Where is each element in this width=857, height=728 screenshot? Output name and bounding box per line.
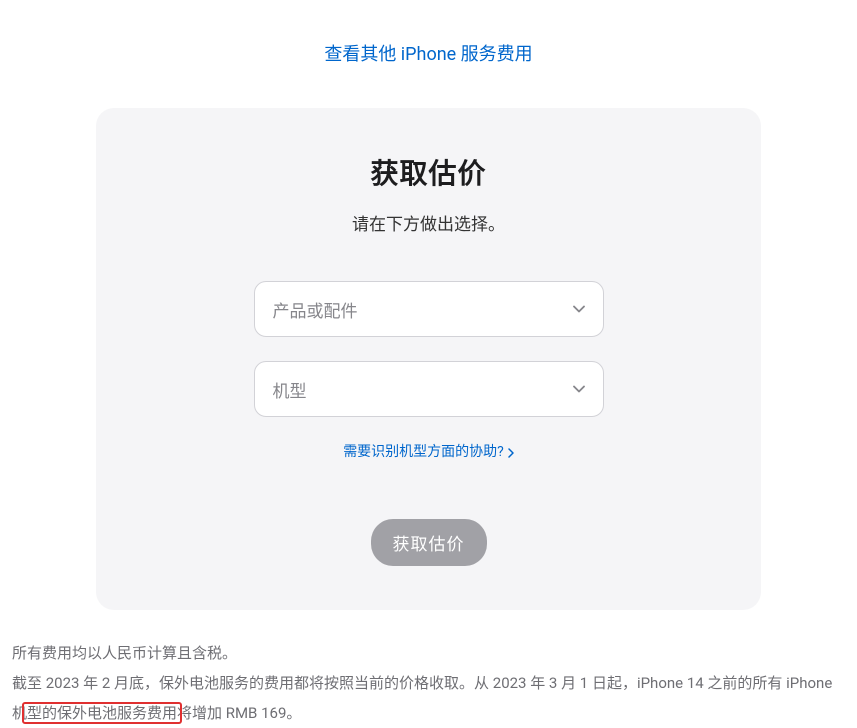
- identify-model-help-link[interactable]: 需要识别机型方面的协助?: [343, 441, 514, 461]
- chevron-down-icon: [573, 303, 585, 315]
- footer-line-2-text: 截至 2023 年 2 月底，保外电池服务的费用都将按照当前的价格收取。从 20…: [12, 674, 832, 722]
- model-select[interactable]: 机型: [254, 361, 604, 417]
- footer-line-2: 截至 2023 年 2 月底，保外电池服务的费用都将按照当前的价格收取。从 20…: [12, 668, 845, 728]
- chevron-right-icon: [508, 446, 514, 456]
- footer-text: 所有费用均以人民币计算且含税。 截至 2023 年 2 月底，保外电池服务的费用…: [0, 610, 857, 728]
- model-select-wrapper: 机型: [254, 361, 604, 417]
- product-select-placeholder: 产品或配件: [273, 297, 358, 322]
- help-link-wrapper: 需要识别机型方面的协助?: [146, 441, 711, 461]
- model-select-placeholder: 机型: [273, 377, 307, 402]
- footer-line-1: 所有费用均以人民币计算且含税。: [12, 638, 845, 668]
- card-subtitle: 请在下方做出选择。: [146, 210, 711, 235]
- product-select-wrapper: 产品或配件: [254, 281, 604, 337]
- chevron-down-icon: [573, 383, 585, 395]
- get-estimate-button[interactable]: 获取估价: [371, 519, 487, 566]
- help-link-text: 需要识别机型方面的协助?: [343, 441, 504, 461]
- submit-wrapper: 获取估价: [146, 519, 711, 566]
- product-select[interactable]: 产品或配件: [254, 281, 604, 337]
- view-other-fees-link[interactable]: 查看其他 iPhone 服务费用: [324, 44, 532, 65]
- estimate-card: 获取估价 请在下方做出选择。 产品或配件 机型 需要识别机型方面的协助?: [96, 108, 761, 610]
- card-title: 获取估价: [146, 152, 711, 192]
- top-link-wrapper: 查看其他 iPhone 服务费用: [0, 40, 857, 66]
